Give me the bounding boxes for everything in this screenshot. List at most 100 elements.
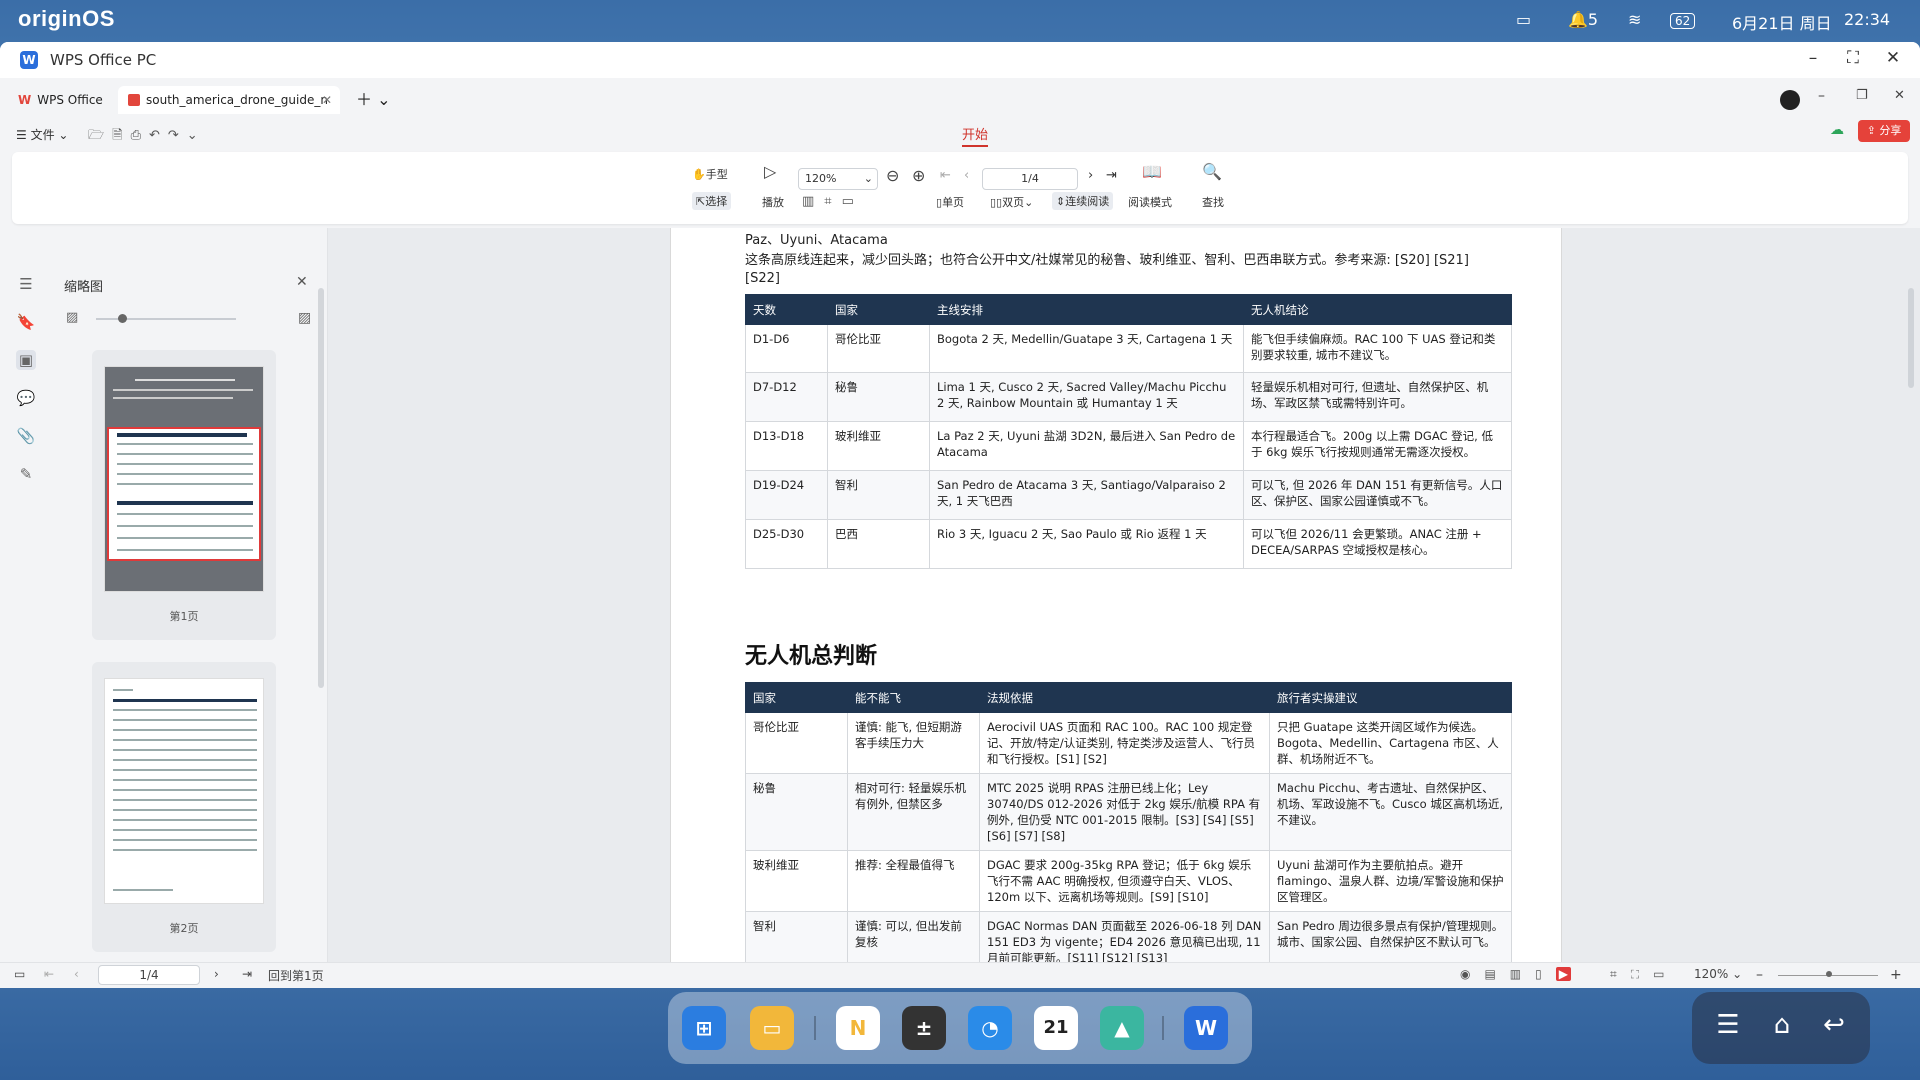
next-page-icon[interactable]: › bbox=[1088, 168, 1093, 183]
zoom-slider-handle[interactable] bbox=[1826, 971, 1832, 977]
table-row: D25-D30 巴西 Rio 3 天, Iguacu 2 天, Sao Paul… bbox=[745, 519, 1512, 569]
thumb-size-slider[interactable] bbox=[96, 318, 236, 320]
close-icon[interactable]: ✕ bbox=[1878, 48, 1908, 68]
sidebar-toggle-icon[interactable]: ▭ bbox=[14, 967, 25, 981]
table-cell: 玻利维亚 bbox=[827, 421, 930, 471]
prev-page-icon[interactable]: ‹ bbox=[964, 168, 969, 183]
browser-app-icon[interactable]: ◔ bbox=[968, 1006, 1012, 1050]
tabbar-close-icon[interactable]: ✕ bbox=[1894, 88, 1905, 103]
minimize-icon[interactable]: – bbox=[1798, 48, 1828, 68]
tab-close-icon[interactable]: ✕ bbox=[322, 86, 332, 114]
thumbnail-scrollbar[interactable] bbox=[318, 288, 324, 688]
thumb-line bbox=[113, 889, 173, 891]
thumbnail-icon[interactable]: ▣ bbox=[16, 350, 36, 370]
table-cell: 谨慎: 能飞, 但短期游客手续压力大 bbox=[847, 712, 980, 774]
calculator-app-icon[interactable]: ± bbox=[902, 1006, 946, 1050]
double-page-button[interactable]: ▯▯双页⌄ bbox=[990, 194, 1033, 210]
cloud-sync-icon[interactable]: ☁ bbox=[1830, 122, 1844, 138]
quick-access-icons[interactable]: 🗁🗎⎙↶↷⌄ bbox=[88, 126, 206, 148]
thumb-line bbox=[117, 501, 253, 505]
play-slideshow-icon[interactable]: ▶ bbox=[1555, 967, 1571, 981]
thumb-line bbox=[135, 379, 235, 381]
file-menu[interactable]: ☰ 文件 ⌄ bbox=[16, 126, 68, 143]
thumb-line bbox=[117, 483, 253, 485]
notification-bell-icon[interactable]: 🔔5 bbox=[1568, 10, 1598, 29]
wps-dock-icon[interactable]: W bbox=[1184, 1006, 1228, 1050]
thumb-line bbox=[117, 453, 253, 455]
thumb-line bbox=[117, 537, 253, 539]
table-cell: 秘鲁 bbox=[827, 372, 930, 422]
app-drawer-icon[interactable]: ⊞ bbox=[682, 1006, 726, 1050]
notes-app-icon[interactable]: N bbox=[836, 1006, 880, 1050]
zoom-in-icon[interactable]: + bbox=[1890, 967, 1902, 983]
first-page-icon[interactable]: ⇤ bbox=[44, 967, 54, 981]
zoom-out-icon[interactable]: ⊖ bbox=[886, 166, 899, 185]
bookmark-icon[interactable]: 🔖 bbox=[16, 312, 36, 332]
calendar-app-icon[interactable]: 21 bbox=[1034, 1006, 1078, 1050]
back-icon[interactable]: ↩ bbox=[1814, 1010, 1854, 1040]
single-page-label: 单页 bbox=[942, 196, 965, 209]
thumbnail-page-1[interactable]: 第1页 bbox=[92, 350, 276, 640]
signature-icon[interactable]: ✎ bbox=[16, 464, 36, 484]
fit-icons[interactable]: ⌗⛶▭ bbox=[1610, 967, 1679, 982]
share-label: 分享 bbox=[1879, 124, 1902, 137]
thumb-line bbox=[113, 779, 257, 781]
attachment-icon[interactable]: 📎 bbox=[16, 426, 36, 446]
table-cell: D7-D12 bbox=[745, 372, 828, 422]
panel-close-icon[interactable]: ✕ bbox=[296, 274, 308, 290]
continuous-read-button[interactable]: ⇕连续阅读 bbox=[1052, 192, 1114, 210]
gallery-app-icon[interactable]: ▲ bbox=[1100, 1006, 1144, 1050]
prev-page-icon[interactable]: ‹ bbox=[74, 967, 79, 981]
outline-icon[interactable]: ☰ bbox=[16, 274, 36, 294]
tab-document[interactable]: south_america_drone_guide_n ✕ bbox=[118, 86, 340, 114]
wifi-icon[interactable]: ≋ bbox=[1628, 10, 1641, 29]
tabbar-restore-icon[interactable]: ❐ bbox=[1856, 88, 1868, 103]
zoom-in-icon[interactable]: ⊕ bbox=[912, 166, 925, 185]
fit-page-icons[interactable]: ▥⌗▭ bbox=[802, 194, 864, 209]
share-button[interactable]: ⇪ 分享 bbox=[1858, 120, 1910, 142]
bottom-zoom-select[interactable]: 120% ⌄ bbox=[1694, 967, 1742, 981]
home-icon[interactable]: ⌂ bbox=[1762, 1010, 1802, 1040]
read-mode-icon[interactable]: 📖 bbox=[1142, 162, 1162, 181]
calendar-day: 21 bbox=[1043, 1017, 1069, 1038]
tabbar-minimize-icon[interactable]: – bbox=[1818, 88, 1825, 104]
hand-tool-button[interactable]: ✋手型 bbox=[692, 166, 728, 182]
table-cell: Bogota 2 天, Medellin/Guatape 3 天, Cartag… bbox=[929, 324, 1244, 373]
thumb-line bbox=[113, 789, 257, 791]
tab-wps-office[interactable]: W WPS Office bbox=[8, 86, 113, 114]
thumbnail-page-2[interactable]: 第2页 bbox=[92, 662, 276, 952]
comment-icon[interactable]: 💬 bbox=[16, 388, 36, 408]
window-titlebar: W WPS Office PC – ⛶ ✕ bbox=[0, 42, 1920, 78]
table-cell: Machu Picchu、考古遗址、自然保护区、机场、军政设施不飞。Cusco … bbox=[1269, 773, 1512, 851]
menu-icon[interactable]: ☰ bbox=[1708, 1010, 1748, 1040]
next-page-icon[interactable]: › bbox=[214, 967, 219, 981]
back-to-page-link[interactable]: 回到第1页 bbox=[268, 967, 324, 984]
select-tool-button[interactable]: ⇱选择 bbox=[692, 192, 732, 210]
bottom-page-input[interactable]: 1/4 bbox=[98, 965, 200, 985]
thumb-line bbox=[117, 525, 253, 527]
thumb-small-icon[interactable]: ▨ bbox=[66, 310, 78, 325]
avatar[interactable] bbox=[1780, 90, 1800, 110]
cast-icon[interactable]: ▭ bbox=[1516, 10, 1531, 29]
thumb-size-slider-handle[interactable] bbox=[118, 314, 127, 323]
first-page-icon[interactable]: ⇤ bbox=[940, 168, 951, 183]
new-tab-icon[interactable]: ＋ ⌄ bbox=[346, 86, 401, 114]
thumb-large-icon[interactable]: ▨ bbox=[298, 310, 311, 326]
pdf-toolbar: ✋手型 ⇱选择 ▷ 播放 120% ⌄ ▥⌗▭ ⊖ ⊕ ⇤ ‹ 1/4 › ⇥ ▯… bbox=[12, 152, 1908, 224]
files-app-icon[interactable]: ▭ bbox=[750, 1006, 794, 1050]
play-icon[interactable]: ▷ bbox=[764, 162, 776, 181]
maximize-icon[interactable]: ⛶ bbox=[1838, 48, 1868, 68]
thumb-line bbox=[113, 709, 257, 711]
search-icon[interactable]: 🔍 bbox=[1202, 162, 1222, 181]
last-page-icon[interactable]: ⇥ bbox=[242, 967, 252, 981]
page-number-input[interactable]: 1/4 bbox=[982, 168, 1078, 190]
document-scrollbar[interactable] bbox=[1908, 288, 1914, 388]
ribbon-tab-start[interactable]: 开始 bbox=[962, 124, 989, 147]
view-mode-icons[interactable]: ◉▤▥▯ ▶ bbox=[1460, 967, 1571, 981]
zoom-select[interactable]: 120% ⌄ bbox=[798, 168, 878, 190]
zoom-out-icon[interactable]: – bbox=[1756, 967, 1763, 983]
last-page-icon[interactable]: ⇥ bbox=[1106, 168, 1117, 183]
thumb-line bbox=[113, 769, 257, 771]
thumb-line bbox=[113, 749, 257, 751]
single-page-button[interactable]: ▯单页 bbox=[936, 194, 964, 210]
